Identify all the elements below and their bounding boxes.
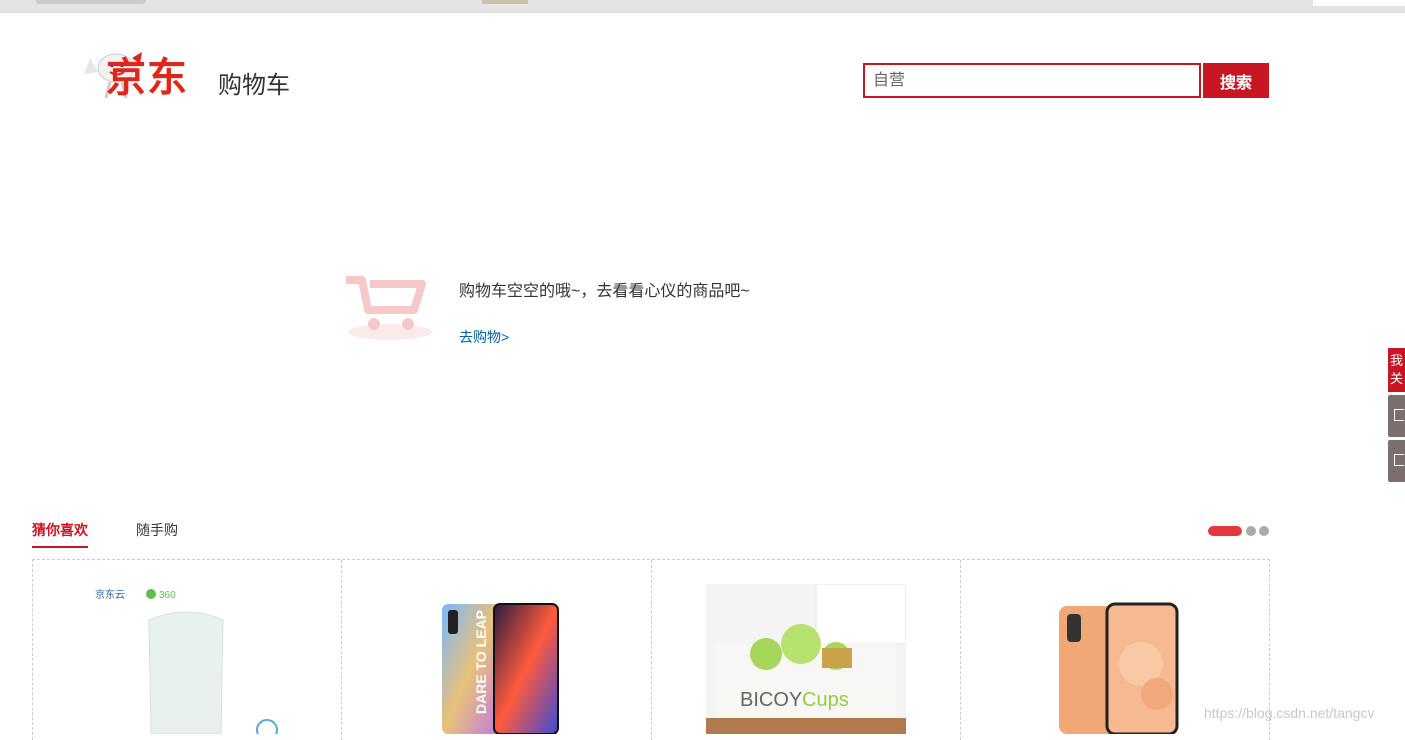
tab-quick-buy[interactable]: 随手购 bbox=[136, 520, 178, 540]
search-bar: 搜索 bbox=[863, 63, 1269, 98]
search-button[interactable]: 搜索 bbox=[1203, 63, 1269, 98]
product-card[interactable]: 京东云 360 bbox=[33, 560, 343, 740]
svg-text:360: 360 bbox=[159, 590, 176, 601]
right-side-dock: 我关 bbox=[1388, 348, 1405, 482]
product-grid: 京东云 360 DARE TO LEAP BICOY Cups bbox=[32, 559, 1270, 740]
dock-cart-button[interactable] bbox=[1388, 395, 1405, 437]
dock-history-button[interactable] bbox=[1388, 440, 1405, 482]
go-shopping-link[interactable]: 去购物> bbox=[459, 327, 509, 347]
page-title: 购物车 bbox=[218, 72, 290, 99]
top-bar-left-links[interactable] bbox=[36, 0, 146, 4]
dock-follow-button[interactable]: 我关 bbox=[1388, 348, 1405, 392]
svg-text:京东云: 京东云 bbox=[95, 588, 125, 601]
cups-product-image: BICOY Cups bbox=[705, 584, 906, 734]
watermark-text: https://blog.csdn.net/tangcv bbox=[1204, 705, 1375, 721]
history-icon bbox=[1394, 454, 1404, 466]
product-card[interactable]: BICOY Cups bbox=[652, 560, 961, 740]
svg-text:Cups: Cups bbox=[802, 689, 849, 711]
empty-cart-message: 购物车空空的哦~，去看看心仪的商品吧~ bbox=[459, 283, 750, 300]
empty-cart-icon bbox=[346, 276, 432, 340]
cart-icon bbox=[1394, 409, 1404, 421]
carousel-dot-active[interactable] bbox=[1208, 526, 1242, 536]
carousel-dot[interactable] bbox=[1259, 526, 1269, 536]
svg-text:DARE TO LEAP: DARE TO LEAP bbox=[473, 610, 489, 714]
top-shortcut-bar bbox=[0, 0, 1405, 13]
phone-product-image bbox=[1058, 602, 1179, 734]
search-input[interactable] bbox=[863, 63, 1201, 98]
tab-guess-you-like[interactable]: 猜你喜欢 bbox=[32, 520, 88, 548]
jd-logo-wordmark[interactable]: 京东 bbox=[106, 54, 188, 102]
top-bar-right-links[interactable] bbox=[1313, 0, 1405, 6]
svg-text:BICOY: BICOY bbox=[740, 689, 802, 711]
product-card[interactable]: DARE TO LEAP bbox=[342, 560, 652, 740]
router-product-image: 京东云 360 bbox=[95, 588, 279, 734]
phone-product-image: DARE TO LEAP bbox=[442, 603, 560, 734]
top-bar-banner-thumb bbox=[482, 0, 528, 4]
carousel-dot[interactable] bbox=[1246, 526, 1256, 536]
